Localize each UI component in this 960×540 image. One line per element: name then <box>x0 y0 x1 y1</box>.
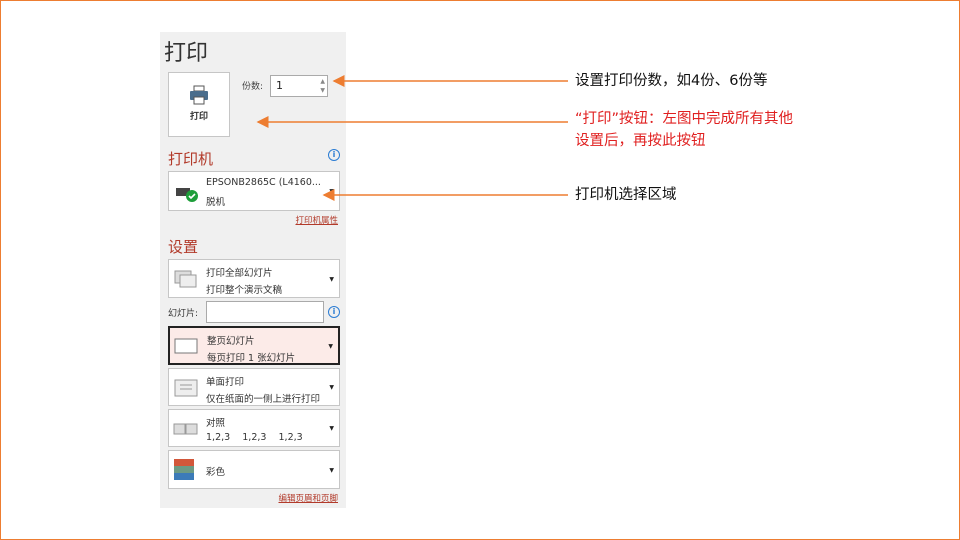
annotation-print-button-line2: 设置后，再按此按钮 <box>575 133 706 149</box>
annotation-arrows <box>256 75 568 201</box>
annotation-print-button-line1: “打印”按钮：左图中完成所有其他 <box>575 111 794 127</box>
annotation-printer: 打印机选择区域 <box>575 187 677 203</box>
annotation-copies: 设置打印份数，如4份、6份等 <box>575 73 768 89</box>
